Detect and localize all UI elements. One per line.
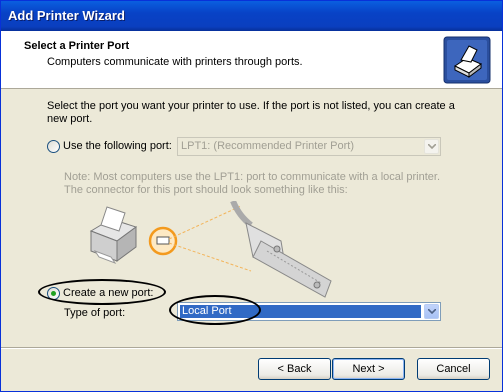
wizard-window: Add Printer Wizard Select a Printer Port… — [0, 0, 503, 392]
parallel-connector-icon — [230, 201, 332, 298]
printer-illustration-icon — [89, 206, 138, 265]
wizard-body: Select the port you want your printer to… — [1, 89, 502, 346]
existing-port-value: LPT1: (Recommended Printer Port) — [181, 140, 355, 152]
title-bar[interactable]: Add Printer Wizard — [1, 1, 502, 31]
back-button[interactable]: < Back — [258, 358, 331, 380]
dropdown-arrow-icon[interactable] — [424, 304, 439, 319]
existing-port-select: LPT1: (Recommended Printer Port) — [177, 137, 441, 156]
highlight-ellipse — [169, 295, 261, 325]
printer-wizard-icon — [443, 36, 491, 84]
port-type-label: Type of port: — [64, 307, 126, 319]
port-description: Select the port you want your printer to… — [47, 100, 455, 125]
next-button[interactable]: Next > — [332, 358, 405, 380]
window-title: Add Printer Wizard — [8, 8, 125, 23]
port-note: Note: Most computers use the LPT1: port … — [64, 171, 441, 196]
use-port-label[interactable]: Use the following port: — [63, 140, 172, 152]
wizard-header: Select a Printer Port Computers communic… — [1, 31, 502, 89]
header-subtitle: Computers communicate with printers thro… — [47, 56, 303, 68]
highlight-ellipse — [38, 279, 166, 305]
header-title: Select a Printer Port — [24, 40, 130, 52]
dropdown-arrow-icon — [424, 139, 439, 154]
cancel-button[interactable]: Cancel — [417, 358, 490, 380]
use-port-radio[interactable] — [47, 140, 60, 153]
button-separator — [1, 347, 502, 349]
